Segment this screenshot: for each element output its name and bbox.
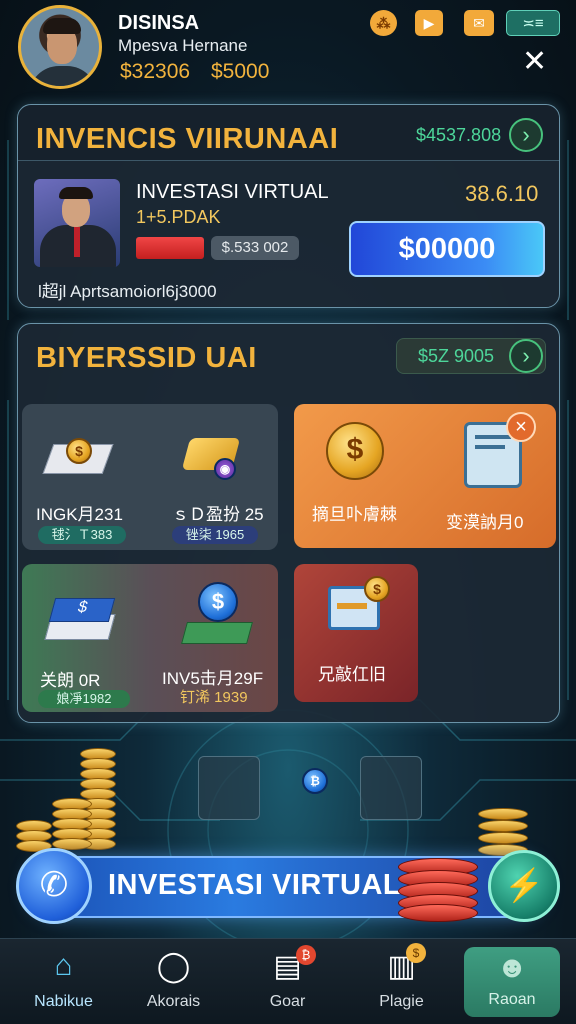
tile-label: INGK月231: [36, 505, 123, 524]
nav-label: Nabikue: [34, 993, 93, 1010]
price-pill: $.533 002: [211, 236, 299, 260]
close-icon[interactable]: ×: [506, 412, 536, 442]
tile-sublabel: 钉浠 1939: [180, 689, 248, 706]
investment-rate: 38.6.10: [465, 181, 539, 206]
coin-stack: [398, 858, 478, 922]
tile-label: ｓＤ盈扮 25: [172, 505, 264, 524]
tile-pill: 毬氵Ｔ383: [38, 526, 126, 544]
nav-item-home[interactable]: ⌂ Nabikue: [6, 939, 121, 1024]
close-icon[interactable]: ✕: [522, 44, 547, 79]
gold-bar-icon: ◉: [181, 424, 242, 480]
dollar-coin-icon: $: [364, 576, 390, 602]
tile-label: 关朗 0R: [40, 671, 101, 690]
risk-bar: [136, 237, 204, 259]
nav-badge: ₿: [296, 945, 316, 965]
play-icon[interactable]: ▶: [415, 10, 443, 36]
panel-title: INVENCIS VIIRUNAAI: [36, 123, 339, 155]
tile-label: 摘旦卟膚棘: [312, 505, 397, 524]
nav-label: Akorais: [146, 993, 201, 1010]
balance-primary: $32306: [120, 60, 191, 83]
investment-panel: INVENCIS VIIRUNAAI $4537.808 › INVESTASI…: [17, 104, 560, 308]
user-name: DISINSA: [118, 12, 200, 34]
invest-button[interactable]: $00000: [349, 221, 545, 277]
investor-card: [360, 756, 422, 820]
gift-icon[interactable]: ✉: [464, 10, 494, 36]
lightning-icon[interactable]: ⚡: [488, 850, 560, 922]
money-stack-icon: $: [181, 582, 254, 648]
chevron-right-icon[interactable]: ›: [509, 339, 543, 373]
panel-amount: $5Z 9005: [418, 346, 495, 366]
nav-item-documents[interactable]: ▥ $ Plagie: [344, 939, 459, 1024]
investment-footer: l超jl Aprtsamoiorl6j3000: [38, 282, 217, 301]
document-icon: ▥: [387, 950, 416, 983]
asset-tile[interactable]: $ 兄敲仜旧: [294, 564, 418, 702]
cash-stack-icon: $: [42, 426, 114, 480]
investor-thumbnail: [34, 179, 120, 267]
nav-item-wallet[interactable]: ▤ ₿ Goar: [230, 939, 345, 1024]
asset-tile[interactable]: $ $ 关朗 0R 娘凈1982 INV5击月29F 钉浠 1939: [22, 564, 278, 712]
balance-secondary: $5000: [211, 60, 270, 83]
chevron-right-icon[interactable]: ›: [509, 118, 543, 152]
user-subtitle: Mpesva Hernane: [118, 36, 248, 55]
nav-label: Plagie: [379, 993, 424, 1010]
investment-subtitle: 1+5.PDAK: [136, 207, 221, 227]
phone-icon[interactable]: ✆: [16, 848, 92, 924]
bitcoin-icon: ₿: [302, 768, 328, 794]
asset-tile[interactable]: $ ◉ INGK月231 毬氵Ｔ383 ｓＤ盈扮 25 锉柒 1965: [22, 404, 278, 550]
tile-label: 变漠訥月0: [446, 513, 524, 532]
tile-pill: 娘凈1982: [38, 690, 130, 708]
wallet-icon: ▤: [273, 950, 302, 983]
nav-item-users[interactable]: ☻ Raoan: [464, 947, 560, 1017]
profile-header: DISINSA Mpesva Hernane $32306 $5000 ⁂ ▶ …: [0, 0, 576, 96]
coin-icon[interactable]: ⁂: [370, 10, 397, 36]
menu-icon[interactable]: ≍≡: [506, 10, 560, 36]
portfolio-panel: BIYERSSID UAI $5Z 9005 › $ ◉ INGK月231 毬氵…: [17, 323, 560, 723]
bottom-nav: ⌂ Nabikue ◯ Akorais ▤ ₿ Goar ▥ $ Plagie …: [0, 938, 576, 1024]
banknote-stack-icon: $: [44, 584, 118, 648]
tile-label: 兄敲仜旧: [318, 665, 386, 684]
panel-title: BIYERSSID UAI: [36, 342, 257, 374]
chat-icon: ◯: [156, 950, 191, 983]
asset-tile[interactable]: $ × 摘旦卟膚棘 变漠訥月0: [294, 404, 556, 548]
banner-label: INVESTASI VIRTUAL: [108, 869, 402, 901]
dollar-coin-icon: $: [326, 422, 384, 480]
nav-item-chat[interactable]: ◯ Akorais: [116, 939, 231, 1024]
nav-badge: $: [406, 943, 426, 963]
nav-label: Goar: [269, 993, 306, 1010]
investor-card: [198, 756, 260, 820]
panel-amount: $4537.808: [416, 125, 502, 145]
users-icon: ☻: [496, 951, 528, 984]
avatar[interactable]: [18, 5, 102, 89]
nav-label: Raoan: [488, 991, 536, 1008]
home-icon: ⌂: [54, 949, 73, 982]
investment-title: INVESTASI VIRTUAL: [136, 181, 329, 203]
tile-pill: 锉柒 1965: [172, 526, 258, 544]
